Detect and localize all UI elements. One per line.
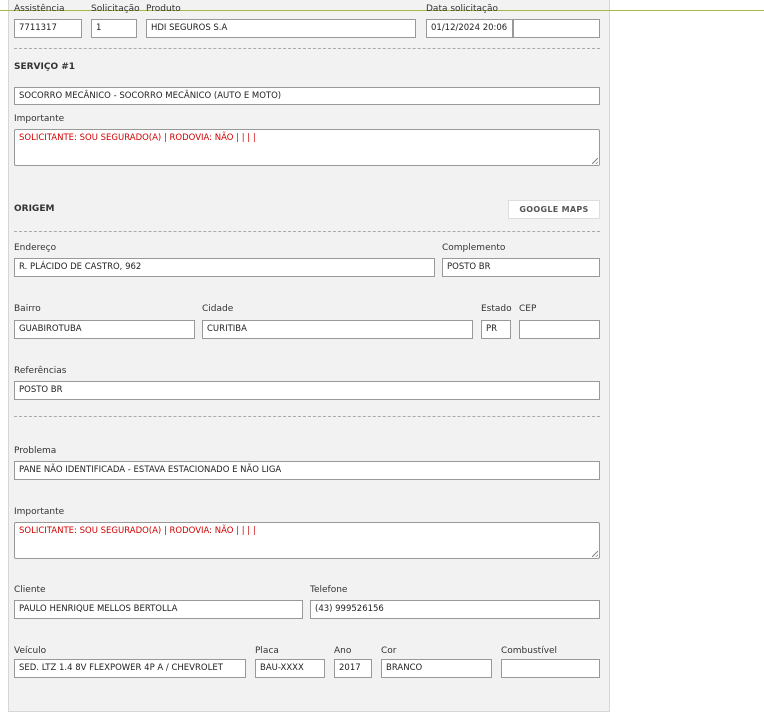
data-field[interactable]: 01/12/2024 20:06 <box>426 19 513 38</box>
origem-title: ORIGEM <box>14 204 55 214</box>
importante-label: Importante <box>14 114 65 124</box>
complemento-label: Complemento <box>442 243 506 253</box>
ano-label: Ano <box>334 646 352 656</box>
produto-field[interactable]: HDI SEGUROS S.A <box>146 19 416 38</box>
cliente-label: Cliente <box>14 585 46 595</box>
importante-text: SOLICITANTE: SOU SEGURADO(A) | RODOVIA: … <box>19 526 256 536</box>
complemento-field[interactable]: POSTO BR <box>442 258 600 277</box>
cor-field[interactable]: BRANCO <box>381 659 492 678</box>
estado-field[interactable]: PR <box>481 320 511 339</box>
combustivel-label: Combustível <box>501 646 558 656</box>
bairro-field[interactable]: GUABIROTUBA <box>14 320 195 339</box>
placa-field[interactable]: BAU-XXXX <box>255 659 325 678</box>
estado-label: Estado <box>481 304 512 314</box>
solicitacao-field[interactable]: 1 <box>91 19 137 38</box>
divider <box>14 231 600 232</box>
problema-label: Problema <box>14 446 57 456</box>
veiculo-field[interactable]: SED. LTZ 1.4 8V FLEXPOWER 4P A / CHEVROL… <box>14 659 246 678</box>
importante-label: Importante <box>14 507 65 517</box>
problema-field[interactable]: PANE NÃO IDENTIFICADA - ESTAVA ESTACIONA… <box>14 461 600 480</box>
assistencia-label: Assistência <box>14 4 65 14</box>
cor-label: Cor <box>381 646 397 656</box>
resize-grip-icon[interactable] <box>592 158 598 164</box>
telefone-field[interactable]: (43) 999526156 <box>310 600 600 619</box>
ano-field[interactable]: 2017 <box>334 659 372 678</box>
bairro-label: Bairro <box>14 304 41 314</box>
referencias-field[interactable]: POSTO BR <box>14 381 600 400</box>
cliente-field[interactable]: PAULO HENRIQUE MELLOS BERTOLLA <box>14 600 303 619</box>
produto-label: Produto <box>146 4 181 14</box>
cidade-field[interactable]: CURITIBA <box>202 320 473 339</box>
assistencia-field[interactable]: 7711317 <box>14 19 82 38</box>
data-label: Data solicitação <box>426 4 499 14</box>
cep-label: CEP <box>519 304 537 314</box>
extra-field[interactable] <box>513 19 600 38</box>
solicitacao-label: Solicitação <box>91 4 140 14</box>
cidade-label: Cidade <box>202 304 234 314</box>
divider <box>14 48 600 49</box>
google-maps-button[interactable]: GOOGLE MAPS <box>508 200 600 219</box>
endereco-label: Endereço <box>14 243 57 253</box>
telefone-label: Telefone <box>310 585 348 595</box>
importante-textarea[interactable]: SOLICITANTE: SOU SEGURADO(A) | RODOVIA: … <box>14 129 600 166</box>
placa-label: Placa <box>255 646 279 656</box>
endereco-field[interactable]: R. PLÁCIDO DE CASTRO, 962 <box>14 258 435 277</box>
servico-field[interactable]: SOCORRO MECÂNICO - SOCORRO MECÂNICO (AUT… <box>14 87 600 105</box>
divider <box>14 416 600 417</box>
resize-grip-icon[interactable] <box>592 551 598 557</box>
veiculo-label: Veículo <box>14 646 47 656</box>
servico-title: SERVIÇO #1 <box>14 62 76 72</box>
combustivel-field[interactable] <box>501 659 600 678</box>
referencias-label: Referências <box>14 366 67 376</box>
importante-text: SOLICITANTE: SOU SEGURADO(A) | RODOVIA: … <box>19 133 256 143</box>
importante-textarea[interactable]: SOLICITANTE: SOU SEGURADO(A) | RODOVIA: … <box>14 522 600 559</box>
cep-field[interactable] <box>519 320 600 339</box>
